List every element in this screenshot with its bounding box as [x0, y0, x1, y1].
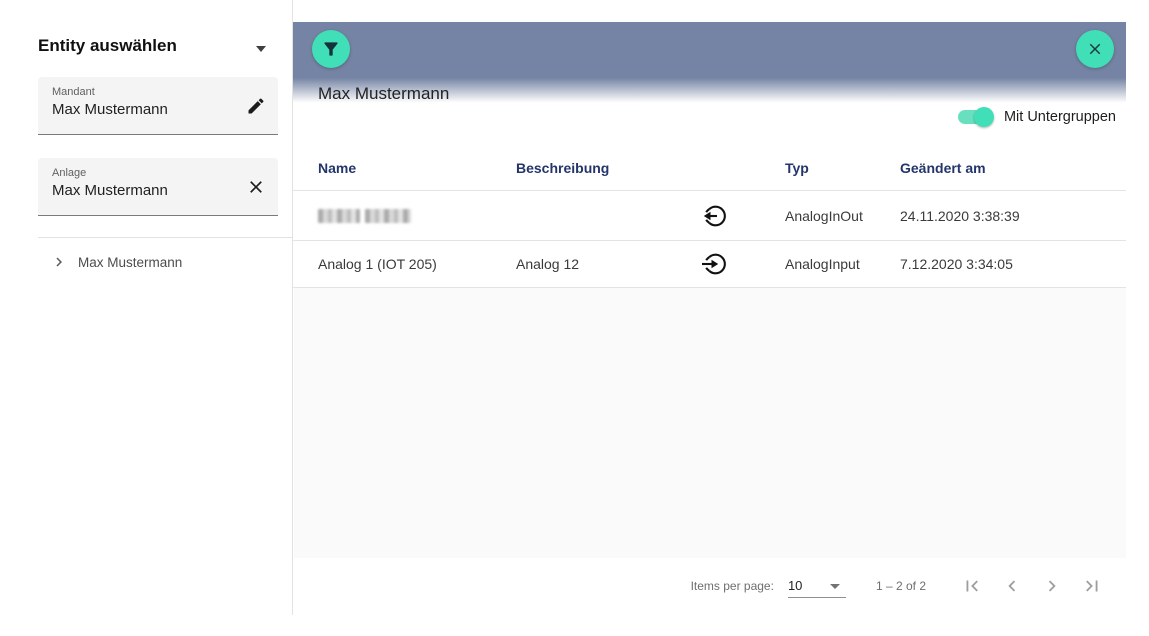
- cell-geaendert-am: 7.12.2020 3:34:05: [900, 256, 1126, 272]
- tree-item-label: Max Mustermann: [78, 255, 182, 270]
- subgroups-toggle-label: Mit Untergruppen: [1004, 109, 1116, 125]
- items-per-page-label: Items per page:: [691, 579, 774, 593]
- table-row[interactable]: AnalogInOut 24.11.2020 3:38:39: [293, 191, 1126, 241]
- sidebar-title: Entity auswählen: [38, 36, 177, 56]
- anlage-field[interactable]: Anlage Max Mustermann: [38, 158, 278, 216]
- mandant-field[interactable]: Mandant Max Mustermann: [38, 77, 278, 135]
- table-empty-area: [294, 288, 1126, 558]
- panel-title: Max Mustermann: [318, 84, 449, 104]
- cell-typ: AnalogInOut: [785, 208, 900, 224]
- collapse-caret-icon[interactable]: [256, 46, 266, 52]
- tree-item-max-mustermann[interactable]: Max Mustermann: [50, 250, 182, 274]
- page-range-label: 1 – 2 of 2: [876, 579, 926, 593]
- previous-page-button[interactable]: [992, 566, 1032, 606]
- subgroups-toggle-row: Mit Untergruppen: [958, 107, 1116, 127]
- last-page-icon: [1081, 575, 1103, 597]
- close-button[interactable]: [1076, 30, 1114, 68]
- table-header-row: Name Beschreibung Typ Geändert am: [293, 145, 1126, 191]
- first-page-icon: [961, 575, 983, 597]
- mandant-field-value: Max Mustermann: [52, 101, 168, 118]
- first-page-button[interactable]: [952, 566, 992, 606]
- entity-sidebar: Entity auswählen Mandant Max Mustermann …: [0, 0, 293, 615]
- cell-geaendert-am: 24.11.2020 3:38:39: [900, 208, 1126, 224]
- anlage-field-label: Anlage: [52, 167, 86, 179]
- chevron-right-icon: [1041, 575, 1063, 597]
- filter-button[interactable]: [312, 30, 350, 68]
- chevron-left-icon: [1001, 575, 1023, 597]
- edit-pencil-icon[interactable]: [244, 94, 268, 118]
- items-per-page-value: 10: [788, 578, 802, 593]
- last-page-button[interactable]: [1072, 566, 1112, 606]
- close-icon: [1086, 40, 1104, 58]
- paginator: Items per page: 10 1 – 2 of 2: [293, 558, 1126, 614]
- filter-funnel-icon: [321, 39, 341, 59]
- cell-typ: AnalogInput: [785, 256, 900, 272]
- select-caret-icon: [830, 584, 840, 589]
- toggle-thumb[interactable]: [974, 107, 994, 127]
- anlage-field-value: Max Mustermann: [52, 182, 168, 199]
- input-icon: [700, 250, 728, 278]
- sidebar-divider: [38, 237, 292, 238]
- column-header-name[interactable]: Name: [318, 160, 516, 176]
- cell-name-redacted: [318, 209, 516, 223]
- column-header-geaendert-am[interactable]: Geändert am: [900, 160, 1126, 176]
- cell-beschreibung: Analog 12: [516, 256, 688, 272]
- chevron-right-icon[interactable]: [50, 253, 68, 271]
- next-page-button[interactable]: [1032, 566, 1072, 606]
- table-row[interactable]: Analog 1 (IOT 205) Analog 12 AnalogInput…: [293, 241, 1126, 288]
- cell-name: Analog 1 (IOT 205): [318, 256, 516, 272]
- column-header-beschreibung[interactable]: Beschreibung: [516, 160, 688, 176]
- app-window: Entity auswählen Mandant Max Mustermann …: [0, 0, 1149, 636]
- redacted-name: [318, 209, 516, 223]
- column-header-typ[interactable]: Typ: [785, 160, 900, 176]
- items-per-page-select[interactable]: 10: [788, 575, 846, 598]
- subgroups-toggle[interactable]: [958, 107, 994, 127]
- clear-x-icon[interactable]: [244, 175, 268, 199]
- mandant-field-label: Mandant: [52, 86, 95, 98]
- output-icon: [700, 202, 728, 230]
- panel-topbar: [293, 22, 1126, 78]
